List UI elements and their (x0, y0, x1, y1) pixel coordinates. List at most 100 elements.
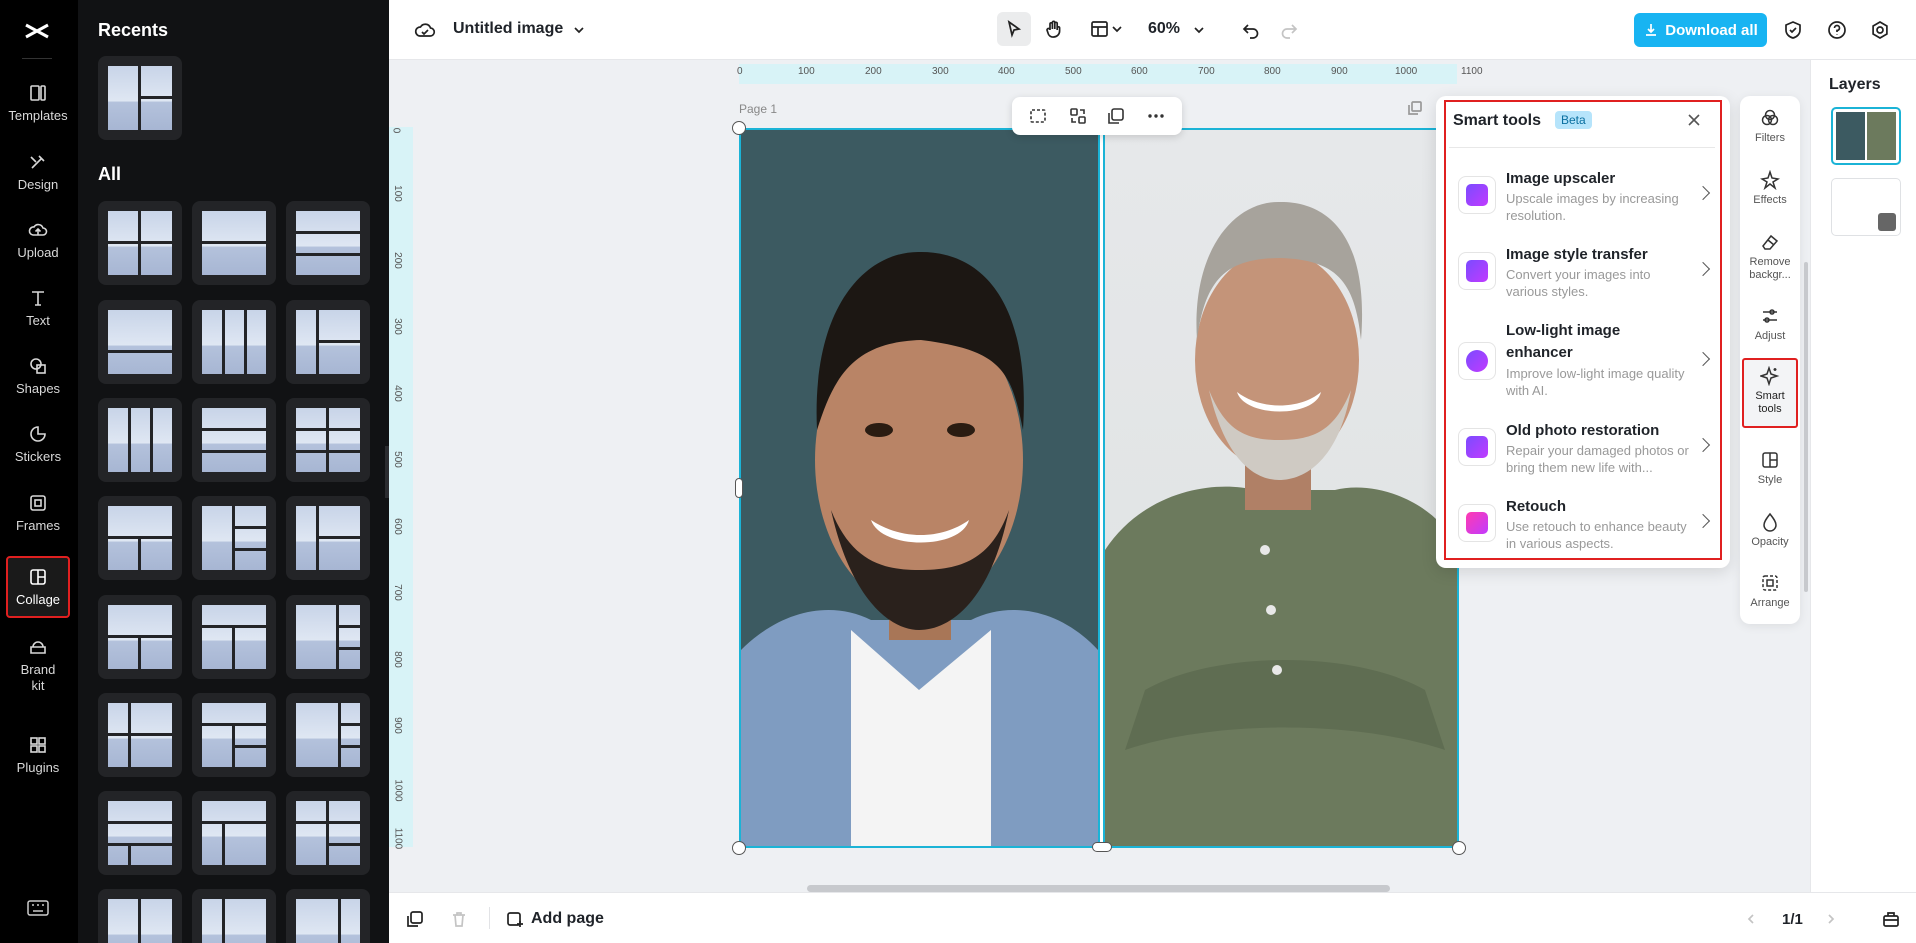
strip-smart-tools[interactable]: Smart tools (1742, 358, 1798, 428)
layer-thumbnail-collage[interactable] (1831, 107, 1901, 165)
cloud-sync-button[interactable] (413, 18, 437, 42)
collage-divider[interactable] (1098, 130, 1105, 846)
collage-template[interactable] (286, 595, 370, 679)
divider-drag-handle[interactable] (1092, 842, 1112, 852)
zoom-dropdown-button[interactable] (1189, 20, 1209, 40)
rail-item-templates[interactable]: Templates (6, 72, 70, 134)
zoom-level[interactable]: 60% (1148, 20, 1180, 38)
rail-item-design[interactable]: Design (6, 141, 70, 203)
layer-thumbnail-background[interactable] (1831, 178, 1901, 236)
page-copy-button[interactable] (405, 909, 425, 929)
delete-page-button[interactable] (449, 909, 469, 929)
strip-remove-background[interactable]: Remove backgr... (1742, 232, 1798, 282)
close-smart-tools-button[interactable] (1684, 110, 1704, 130)
tool-image-upscaler[interactable]: Image upscaler Upscale images by increas… (1458, 168, 1711, 238)
collage-template[interactable] (192, 300, 276, 384)
redo-button[interactable] (1277, 18, 1301, 42)
collage-template[interactable] (192, 496, 276, 580)
swap-cells-button[interactable] (1068, 106, 1088, 126)
resize-handle-bottom-left[interactable] (732, 841, 746, 855)
duplicate-page-button[interactable] (1407, 100, 1423, 116)
capcut-logo-icon[interactable] (22, 16, 52, 46)
duplicate-button[interactable] (1106, 106, 1126, 126)
strip-style[interactable]: Style (1742, 450, 1798, 487)
select-area-button[interactable] (1028, 106, 1048, 126)
rail-item-upload[interactable]: Upload (6, 209, 70, 271)
layout-menu-button[interactable] (1085, 12, 1129, 46)
tool-low-light-enhancer[interactable]: Low-light image enhancer Improve low-lig… (1458, 320, 1711, 404)
strip-arrange[interactable]: Arrange (1742, 573, 1798, 610)
collage-template[interactable] (286, 398, 370, 482)
collage-template[interactable] (192, 889, 276, 943)
collage-template[interactable] (286, 791, 370, 875)
download-all-button[interactable]: Download all (1634, 13, 1767, 47)
collage-template[interactable] (192, 595, 276, 679)
hand-tool-button[interactable] (1037, 12, 1071, 46)
collage-template[interactable] (192, 693, 276, 777)
previous-page-button[interactable] (1741, 909, 1761, 929)
collage-template[interactable] (98, 300, 182, 384)
page-manager-button[interactable] (1879, 907, 1903, 931)
collage-template-recent[interactable] (98, 56, 182, 140)
collage-template[interactable] (98, 201, 182, 285)
collage-cell-right-photo[interactable] (1105, 130, 1457, 846)
title-dropdown-button[interactable] (569, 20, 589, 40)
collage-template[interactable] (98, 889, 182, 943)
ruler-tick-label: 1100 (1461, 66, 1483, 77)
help-icon (1828, 21, 1846, 39)
chevron-right-icon (1695, 513, 1711, 529)
strip-effects[interactable]: Effects (1742, 170, 1798, 207)
collage-template[interactable] (192, 201, 276, 285)
collage-cell-left-photo[interactable] (741, 130, 1098, 846)
rail-item-collage[interactable]: Collage (6, 556, 70, 618)
rail-item-shapes[interactable]: Shapes (6, 345, 70, 407)
collage-template[interactable] (98, 496, 182, 580)
collage-template[interactable] (98, 398, 182, 482)
collage-template[interactable] (286, 889, 370, 943)
select-tool-button[interactable] (997, 12, 1031, 46)
settings-button[interactable] (1868, 18, 1892, 42)
resize-handle-left[interactable] (735, 478, 743, 498)
collage-template[interactable] (286, 693, 370, 777)
smart-tools-divider (1449, 147, 1715, 148)
help-button[interactable] (1825, 18, 1849, 42)
tool-image-style-transfer[interactable]: Image style transfer Convert your images… (1458, 244, 1711, 314)
collage-template[interactable] (286, 201, 370, 285)
filters-icon (1761, 109, 1779, 126)
add-page-button[interactable]: Add page (531, 910, 604, 928)
next-page-button[interactable] (1821, 909, 1841, 929)
collage-template[interactable] (192, 398, 276, 482)
portrait-young-man-image (741, 251, 1098, 846)
collage-template[interactable] (98, 595, 182, 679)
strip-adjust[interactable]: Adjust (1742, 306, 1798, 343)
collage-template[interactable] (286, 496, 370, 580)
vertical-scrollbar[interactable] (1804, 262, 1808, 592)
tool-old-photo-restoration[interactable]: Old photo restoration Repair your damage… (1458, 420, 1711, 490)
more-options-button[interactable] (1146, 106, 1166, 126)
tool-retouch[interactable]: Retouch Use retouch to enhance beauty in… (1458, 496, 1711, 566)
ruler-tick-label: 500 (391, 451, 403, 468)
horizontal-scrollbar[interactable] (807, 885, 1390, 892)
document-title[interactable]: Untitled image (453, 20, 563, 38)
rail-item-frames[interactable]: Frames (6, 482, 70, 544)
undo-button[interactable] (1239, 18, 1263, 42)
rail-item-stickers[interactable]: Stickers (6, 413, 70, 475)
ruler-tick-label: 500 (1065, 66, 1082, 77)
collage-template[interactable] (192, 791, 276, 875)
rail-item-plugins[interactable]: Plugins (6, 724, 70, 786)
beta-badge: Beta (1555, 111, 1592, 129)
collage-template[interactable] (98, 791, 182, 875)
rail-item-text[interactable]: Text (6, 277, 70, 339)
rail-item-brand-kit[interactable]: Brand kit (6, 630, 70, 700)
collage-template[interactable] (286, 300, 370, 384)
resize-handle-top-left[interactable] (732, 121, 746, 135)
security-button[interactable] (1781, 18, 1805, 42)
strip-opacity[interactable]: Opacity (1742, 512, 1798, 549)
collage-artboard[interactable] (739, 128, 1459, 848)
add-page-icon-button[interactable] (505, 909, 525, 929)
collage-template[interactable] (98, 693, 182, 777)
briefcase-icon (1883, 912, 1899, 927)
strip-filters[interactable]: Filters (1742, 108, 1798, 145)
keyboard-shortcuts-icon[interactable] (27, 900, 49, 916)
resize-handle-bottom-right[interactable] (1452, 841, 1466, 855)
